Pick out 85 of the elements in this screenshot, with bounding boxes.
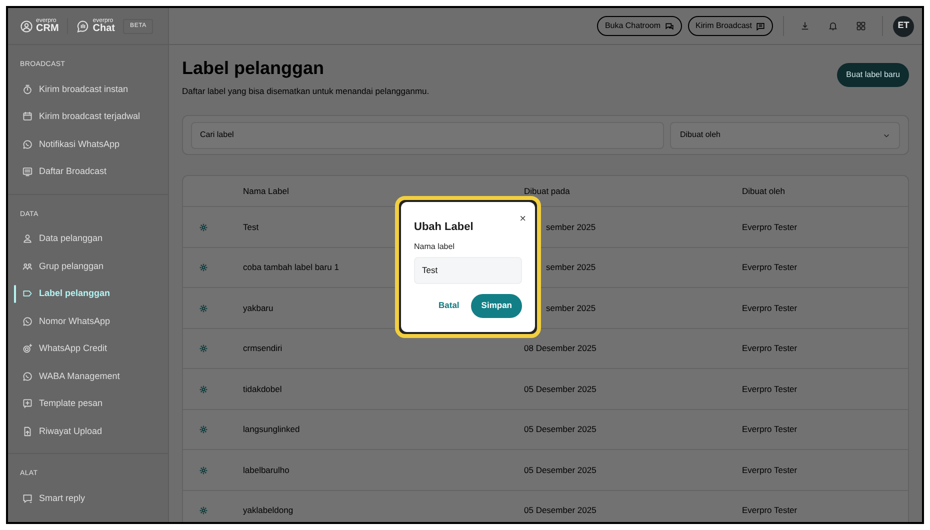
user-avatar[interactable]: ET bbox=[893, 16, 914, 36]
download-icon[interactable] bbox=[800, 21, 810, 31]
gear-icon bbox=[199, 384, 208, 394]
sidebar-item[interactable]: Kirim broadcast terjadwal bbox=[8, 103, 168, 130]
table-cell: 08 Desember 2025 bbox=[524, 342, 596, 355]
table-cell: Everpro Tester bbox=[742, 342, 798, 355]
coin-plus-icon bbox=[22, 343, 33, 354]
table-cell: sember 2025 bbox=[546, 261, 596, 274]
page-subtitle: Daftar label yang bisa disematkan untuk menandai pelangganmu. bbox=[182, 84, 430, 98]
dialog-title: Ubah Label bbox=[414, 220, 474, 235]
stopwatch-icon bbox=[22, 84, 33, 95]
calendar-icon bbox=[22, 111, 33, 122]
gear-icon bbox=[199, 466, 208, 474]
column-header: Dibuat pada bbox=[524, 184, 570, 198]
table-cell: 05 Desember 2025 bbox=[524, 382, 596, 396]
sidebar-item[interactable]: Daftar Broadcast bbox=[8, 158, 168, 186]
table-cell: tidakdobel bbox=[243, 382, 282, 396]
table-cell: yaklabeldong bbox=[243, 504, 294, 517]
message-icon bbox=[756, 22, 765, 30]
creator-dropdown[interactable]: Dibuat oleh bbox=[670, 122, 900, 149]
sidebar-item[interactable]: Label pelanggan bbox=[8, 280, 168, 308]
cancel-button[interactable]: Batal bbox=[438, 299, 460, 312]
open-chatroom-button[interactable]: Buka Chatroom bbox=[596, 16, 682, 36]
save-button[interactable]: Simpan bbox=[471, 294, 522, 318]
gear-icon bbox=[199, 222, 208, 232]
close-button[interactable]: × bbox=[520, 214, 526, 225]
table-cell: 05 Desember 2025 bbox=[524, 423, 596, 436]
whatsapp-icon bbox=[22, 316, 33, 327]
table-cell: Test bbox=[243, 220, 259, 234]
group-icon bbox=[22, 260, 33, 272]
person-circle-icon bbox=[20, 20, 33, 32]
sidebar-item[interactable]: Kirim broadcast instan bbox=[8, 76, 168, 103]
column-header: Nama Label bbox=[243, 184, 289, 198]
sidebar-item[interactable]: Template pesan bbox=[8, 390, 168, 418]
search-field[interactable]: Cari label bbox=[191, 122, 664, 149]
sidebar-item[interactable]: WhatsApp Credit bbox=[8, 335, 168, 362]
sidebar-item[interactable]: Data pelanggan bbox=[8, 225, 168, 252]
whatsapp-icon bbox=[22, 370, 33, 382]
chat-icon bbox=[22, 492, 33, 504]
sidebar-item[interactable]: WABA Management bbox=[8, 362, 168, 390]
field-label: Nama label bbox=[414, 240, 456, 252]
sidebar-item[interactable]: Riwayat Upload bbox=[8, 418, 168, 445]
gear-icon bbox=[199, 506, 208, 515]
whatsapp-icon bbox=[22, 138, 33, 150]
gear-icon bbox=[199, 344, 208, 353]
sidebar-item[interactable]: Notifikasi WhatsApp bbox=[8, 130, 168, 158]
create-label-button[interactable]: Buat label baru bbox=[837, 63, 909, 87]
notification-bell-icon[interactable] bbox=[828, 21, 838, 31]
sidebar-item[interactable]: Grup pelanggan bbox=[8, 252, 168, 280]
table-cell: Everpro Tester bbox=[742, 382, 798, 396]
table-cell: Everpro Tester bbox=[742, 464, 798, 476]
table-cell: Everpro Tester bbox=[742, 220, 798, 234]
table-cell: Everpro Tester bbox=[742, 261, 798, 274]
table-cell: Everpro Tester bbox=[742, 504, 798, 517]
table-cell: Everpro Tester bbox=[742, 302, 798, 314]
apps-grid-icon[interactable] bbox=[856, 21, 866, 31]
gear-icon bbox=[199, 263, 208, 272]
table-cell: sember 2025 bbox=[546, 220, 596, 234]
table-cell: langsunglinked bbox=[243, 423, 300, 436]
send-broadcast-button[interactable]: Kirim Broadcast bbox=[688, 16, 773, 36]
gear-icon bbox=[199, 425, 208, 434]
table-cell: sember 2025 bbox=[546, 302, 596, 314]
sidebar-item[interactable]: Nomor WhatsApp bbox=[8, 308, 168, 335]
chat-bubble-icon bbox=[76, 20, 90, 32]
table-cell: labelbarulho bbox=[243, 464, 290, 476]
table-cell: 05 Desember 2025 bbox=[524, 464, 596, 476]
file-upload-icon bbox=[22, 426, 33, 437]
gear-icon bbox=[199, 304, 208, 312]
chat-icon bbox=[664, 22, 674, 30]
brand-name: Chat bbox=[92, 24, 116, 34]
brand-name: CRM bbox=[36, 24, 59, 34]
table-cell: 05 Desember 2025 bbox=[524, 504, 596, 517]
table-cell: yakbaru bbox=[243, 302, 274, 314]
table-cell: coba tambah label baru 1 bbox=[243, 261, 339, 274]
label-name-field[interactable]: Test bbox=[414, 256, 522, 284]
monitor-icon bbox=[22, 166, 33, 178]
table-cell: crmsendiri bbox=[243, 342, 282, 355]
sidebar-item[interactable]: Smart reply bbox=[8, 484, 168, 512]
chevron-down-icon bbox=[883, 132, 890, 139]
page-title: Label pelanggan bbox=[182, 57, 326, 80]
message-plus-icon bbox=[22, 398, 33, 410]
tag-icon bbox=[22, 288, 33, 300]
table-cell: Everpro Tester bbox=[742, 423, 798, 436]
person-icon bbox=[22, 233, 33, 244]
column-header: Dibuat oleh bbox=[742, 184, 786, 198]
